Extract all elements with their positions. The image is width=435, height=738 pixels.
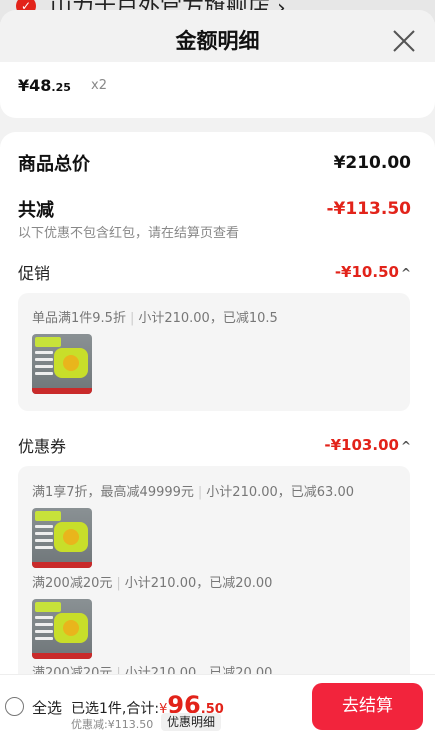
total-row: 商品总价 ¥210.00 xyxy=(18,150,411,176)
reduction-value: -¥113.50 xyxy=(326,199,412,219)
select-all-checkbox[interactable] xyxy=(5,697,24,716)
product-thumbnail[interactable] xyxy=(32,508,92,568)
promotion-box: 单品满1件9.5折 | 小计210.00，已减10.5 xyxy=(18,293,410,411)
coupon-row[interactable]: 优惠券 -¥103.00 ^ xyxy=(18,433,411,457)
select-all-label[interactable]: 全选 xyxy=(32,697,62,718)
coupon-box: 满1享7折，最高减49999元 | 小计210.00，已减63.00 满200减20… xyxy=(18,466,410,692)
coupon-line: 满1享7折，最高减49999元 | 小计210.00，已减63.00 xyxy=(32,485,355,500)
promotion-label: 促销 xyxy=(18,264,51,283)
coupon-line: 满200减20元|小计210.00，已减20.00 xyxy=(32,576,273,591)
product-thumbnail[interactable] xyxy=(32,334,92,394)
chevron-up-icon: ^ xyxy=(400,439,411,453)
checkout-bar: 全选 已选1件,合计:¥96.50 优惠减:¥113.50 优惠明细 去结算 xyxy=(0,674,435,738)
discount-detail-button[interactable]: 优惠明细 xyxy=(161,713,222,731)
promotion-line: 单品满1件9.5折 | 小计210.00，已减10.5 xyxy=(32,311,278,326)
total-label: 商品总价 xyxy=(18,154,90,175)
coupon-value: -¥103.00 ^ xyxy=(324,436,411,454)
amount-detail-sheet: 金额明细 ¥48.25 x2 商品总价 ¥210.00 共减 -¥113.50 … xyxy=(0,10,435,738)
promotion-row[interactable]: 促销 -¥10.50 ^ xyxy=(18,260,411,284)
checkout-button[interactable]: 去结算 xyxy=(312,683,423,730)
product-thumbnail[interactable] xyxy=(32,599,92,659)
item-quantity: x2 xyxy=(91,78,107,93)
reduction-row: 共减 -¥113.50 xyxy=(18,196,411,222)
discount-amount: 优惠减:¥113.50 xyxy=(71,718,154,731)
reduction-note: 以下优惠不包含红包，请在结算页查看 xyxy=(18,226,240,241)
item-price: ¥48.25 xyxy=(18,76,71,95)
promotion-value: -¥10.50 ^ xyxy=(334,263,411,281)
close-icon[interactable] xyxy=(391,28,417,54)
amount-card: 商品总价 ¥210.00 共减 -¥113.50 以下优惠不包含红包，请在结算页… xyxy=(0,132,435,692)
total-value: ¥210.00 xyxy=(333,153,411,173)
chevron-up-icon: ^ xyxy=(400,266,411,280)
reduction-label: 共减 xyxy=(18,200,54,221)
item-card: ¥48.25 x2 xyxy=(0,62,435,118)
coupon-label: 优惠券 xyxy=(18,437,67,456)
